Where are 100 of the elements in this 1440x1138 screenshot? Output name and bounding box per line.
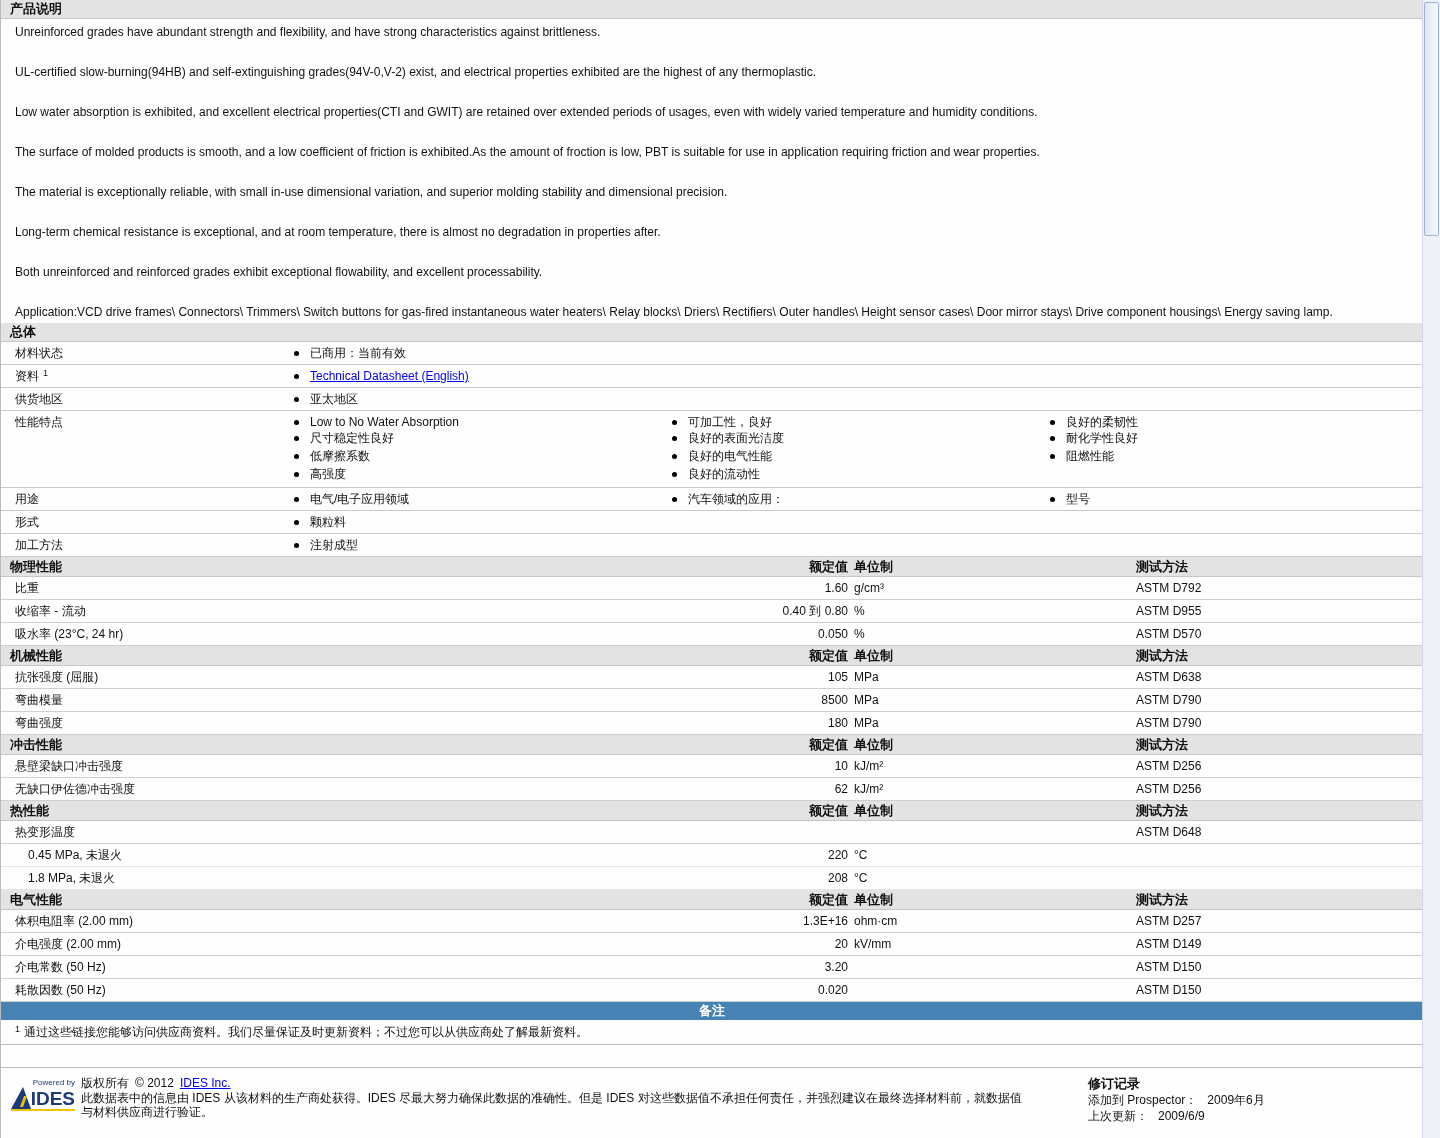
copyright-label: 版权所有 <box>81 1076 129 1091</box>
method-cell-text: ASTM D790 <box>1136 715 1203 732</box>
property-name: 悬壁梁缺口冲击强度 <box>14 758 124 775</box>
list-item: 颗粒料 <box>310 514 346 530</box>
list-item: 耐化学性良好 <box>1066 430 1138 446</box>
unit-cell-text: kV/mm <box>854 936 893 953</box>
column-header: 单位制 <box>854 736 894 754</box>
method-cell-text: ASTM D150 <box>1136 982 1203 999</box>
scrollbar[interactable] <box>1422 0 1440 1138</box>
bullet-icon <box>294 435 299 441</box>
column-header: 测试方法 <box>1136 558 1189 576</box>
column-header: 单位制 <box>854 647 894 665</box>
paragraph: Low water absorption is exhibited, and excellent electrical properties(CTI and GWIT) are retained over extended periods of usages, even with widely varied temperature and humidity conditions. <box>15 104 1039 120</box>
footnote-text: 通过这些链接您能够访问供应商资料。我们尽量保证及时更新资料；不过您可以从供应商处了解最新资料。 <box>24 1025 588 1039</box>
bullet-icon <box>294 396 299 402</box>
list-item: 高强度 <box>310 466 346 482</box>
bullet-icon <box>294 471 299 477</box>
value-cell-text: 1.60 <box>823 580 849 597</box>
bullet-icon <box>672 435 677 441</box>
unit-cell-text: ohm·cm <box>854 913 899 930</box>
value-cell-text: 220 <box>826 847 849 864</box>
property-name: 热变形温度 <box>14 824 76 841</box>
list-item: 型号 <box>1066 491 1090 507</box>
bullet-icon <box>672 453 677 459</box>
footnote-mark: 1 <box>43 368 48 378</box>
column-header: 额定值 <box>808 736 849 754</box>
method-cell-text: ASTM D149 <box>1136 936 1203 953</box>
method-cell-text: ASTM D638 <box>1136 669 1203 686</box>
bullet-icon <box>294 350 299 356</box>
section-header: 冲击性能 <box>9 736 63 754</box>
scrollbar-thumb[interactable] <box>1424 2 1439 236</box>
column-header: 额定值 <box>808 558 849 576</box>
unit-cell-text: g/cm³ <box>854 580 885 597</box>
value-cell-text: 0.050 <box>816 626 849 643</box>
revision-label: 添加到 Prospector： <box>1088 1092 1198 1108</box>
value-cell-text: 0.020 <box>816 982 849 999</box>
unit-cell-text: kJ/m² <box>854 758 885 775</box>
bullet-icon <box>294 496 299 502</box>
copyright-year: © 2012 <box>135 1076 174 1091</box>
property-name: 弯曲强度 <box>14 715 64 732</box>
bullet-icon <box>672 419 677 425</box>
section-header: 机械性能 <box>8 647 63 665</box>
property-name: 体积电阻率 (2.00 mm) <box>14 913 134 930</box>
paragraph: The surface of molded products is smooth, and a low coefficient of friction is exhibited.As the amount of froction is low, PBT is suitable for use in application requiring friction and wear properties. <box>15 144 1041 160</box>
method-cell-text: ASTM D150 <box>1136 959 1203 976</box>
bullet-icon <box>1050 435 1055 441</box>
section-header: 总体 <box>1 323 1422 342</box>
method-cell-text: ASTM D256 <box>1136 758 1203 775</box>
bullet-icon <box>294 542 299 548</box>
method-cell-text: ASTM D648 <box>1136 824 1203 841</box>
datasheet-link[interactable]: Technical Datasheet (English) <box>310 368 469 384</box>
list-item: 亚太地区 <box>310 391 358 407</box>
row-label: 用途 <box>15 492 39 506</box>
paragraph: The material is exceptionally reliable, with small in-use dimensional variation, and superior molding stability and dimensional precision. <box>15 184 729 200</box>
section-header: 热性能 <box>9 802 50 820</box>
value-cell-text: 0.40 到 0.80 <box>781 603 849 620</box>
bullet-icon <box>294 519 299 525</box>
bullet-icon <box>294 373 299 379</box>
section-header: 物理性能 <box>9 558 63 576</box>
list-item: 良好的流动性 <box>688 466 760 482</box>
bullet-icon <box>294 453 299 459</box>
property-name: 收缩率 - 流动 <box>14 603 87 620</box>
value-cell-text: 105 <box>826 669 849 686</box>
unit-cell-text: % <box>854 626 866 643</box>
company-link[interactable]: IDES Inc. <box>179 1076 231 1091</box>
paragraph: Application:VCD drive frames\ Connectors\ Trimmers\ Switch buttons for gas-fired instantaneous water heaters\ Relay blocks\ Driers\ Rectifiers\ Outer handles\ Height sensor cases\ Door mirror stays\ Drive component housings\ Energy saving lamp. <box>15 304 1334 320</box>
row-label: 材料状态 <box>15 346 63 360</box>
unit-cell-text: °C <box>854 870 869 887</box>
list-item: 注射成型 <box>310 537 358 553</box>
bullet-icon <box>672 496 677 502</box>
paragraph: Unreinforced grades have abundant strength and flexibility, and have strong characteristics against brittleness. <box>15 24 602 40</box>
property-name: 介电强度 (2.00 mm) <box>14 936 122 953</box>
list-item: 良好的电气性能 <box>688 448 772 464</box>
row-label: 供货地区 <box>15 392 63 406</box>
ides-logo: Powered by IDES <box>9 1078 75 1124</box>
unit-cell-text: MPa <box>854 715 880 732</box>
property-name: 无缺口伊佐德冲击强度 <box>14 781 136 798</box>
property-name: 弯曲模量 <box>14 692 64 709</box>
column-header: 额定值 <box>808 647 849 665</box>
property-name: 比重 <box>14 580 40 597</box>
list-item: 汽车领域的应用： <box>688 491 784 507</box>
value-cell-text: 208 <box>826 870 849 887</box>
revision-title: 修订记录 <box>1088 1076 1141 1092</box>
bullet-icon <box>672 471 677 477</box>
list-item: 尺寸稳定性良好 <box>310 430 394 446</box>
method-cell-text: ASTM D256 <box>1136 781 1203 798</box>
list-item: 可加工性，良好 <box>688 414 772 430</box>
unit-cell-text: MPa <box>854 669 880 686</box>
list-item: 低摩擦系数 <box>310 448 370 464</box>
bullet-icon <box>1050 496 1055 502</box>
method-cell-text: ASTM D257 <box>1136 913 1203 930</box>
paragraph: UL-certified slow-burning(94HB) and self-extinguishing grades(94V-0,V-2) exist, and electrical properties exhibited are the highest of any thermoplastic. <box>15 64 818 80</box>
list-item: Low to No Water Absorption <box>310 414 459 430</box>
section-header: 电气性能 <box>9 891 63 909</box>
value-cell-text: 180 <box>826 715 849 732</box>
column-header: 单位制 <box>854 891 894 909</box>
value-cell-text: 3.20 <box>823 959 849 976</box>
column-header: 测试方法 <box>1136 802 1189 820</box>
property-name: 1.8 MPa, 未退火 <box>27 870 117 887</box>
paragraph: Long-term chemical resistance is exceptional, and at room temperature, there is almost no degradation in properties after. <box>15 224 662 240</box>
